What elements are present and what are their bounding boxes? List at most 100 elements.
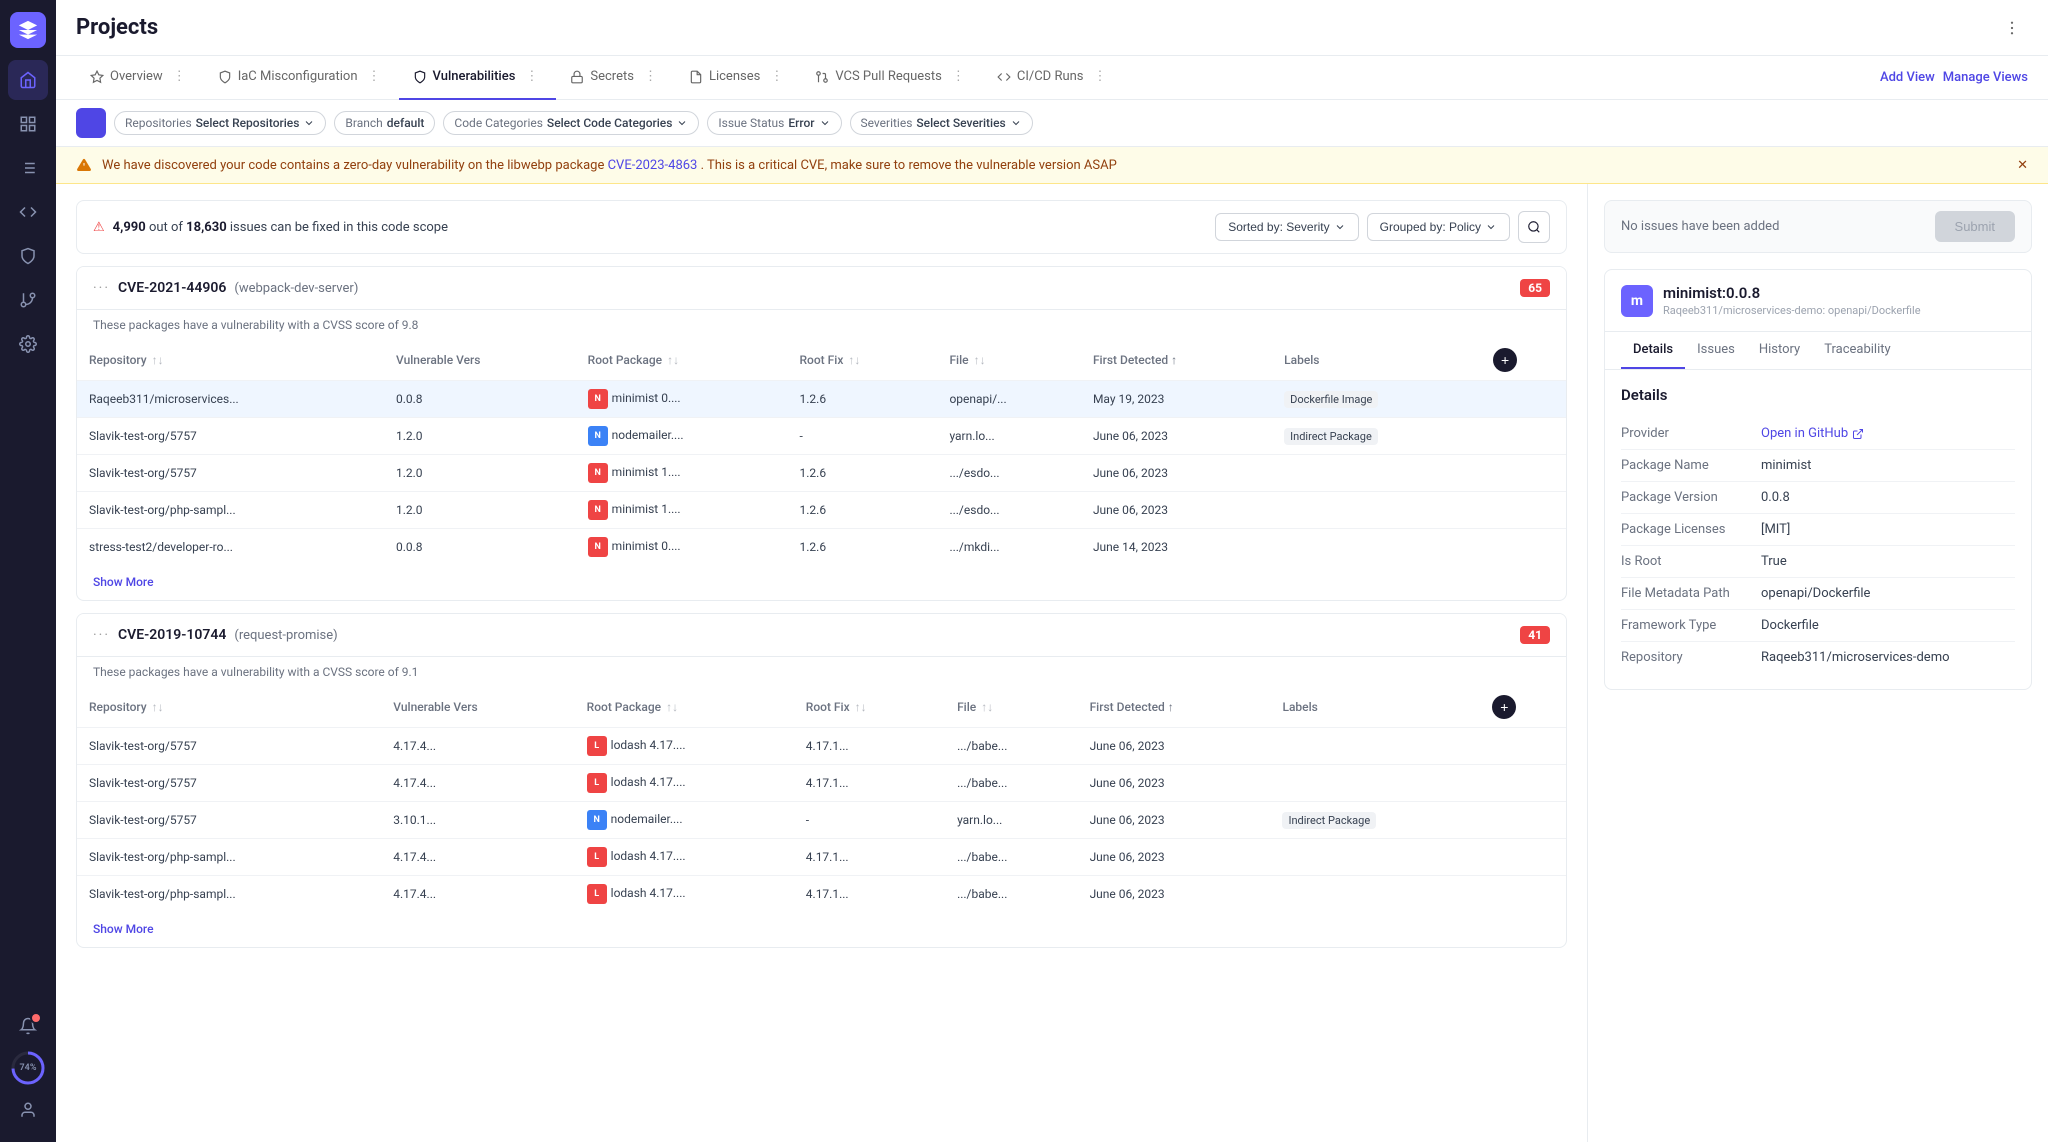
- col-repo-1[interactable]: Repository ↑↓: [77, 340, 384, 381]
- tab-cicd-dots[interactable]: ⋮: [1090, 69, 1111, 84]
- detail-label-pkgver: Package Version: [1621, 490, 1761, 505]
- sidebar-item-branch[interactable]: [8, 280, 48, 320]
- col-repo-2[interactable]: Repository ↑↓: [77, 687, 381, 728]
- manage-views-button[interactable]: Manage Views: [1943, 70, 2028, 85]
- col-labels-1[interactable]: Labels: [1272, 340, 1481, 381]
- submit-button[interactable]: Submit: [1935, 211, 2015, 242]
- col-detected-2[interactable]: First Detected ↑: [1078, 687, 1271, 728]
- open-in-github-link[interactable]: Open in GitHub: [1761, 426, 2015, 441]
- sidebar-item-list[interactable]: [8, 148, 48, 188]
- alert-close-button[interactable]: ✕: [2017, 158, 2028, 173]
- sidebar-item-dashboard[interactable]: [8, 104, 48, 144]
- add-column-button-2[interactable]: +: [1492, 695, 1516, 719]
- tab-overview[interactable]: Overview ⋮: [76, 56, 204, 100]
- branch-filter[interactable]: Branch default: [334, 111, 435, 135]
- tab-overview-dots[interactable]: ⋮: [169, 69, 190, 84]
- repositories-filter[interactable]: Repositories Select Repositories: [114, 111, 326, 135]
- col-add-2: +: [1480, 687, 1566, 728]
- tab-secrets[interactable]: Secrets ⋮: [556, 56, 675, 100]
- sidebar-item-bell[interactable]: [8, 1006, 48, 1046]
- cell-repo: Raqeeb311/microservices...: [77, 381, 384, 418]
- group-button[interactable]: Grouped by: Policy: [1367, 213, 1510, 241]
- cell-fix: 4.17.1...: [794, 839, 945, 876]
- package-tab-history[interactable]: History: [1747, 332, 1812, 369]
- cell-extra: [1480, 802, 1566, 839]
- sidebar-item-home[interactable]: [8, 60, 48, 100]
- tab-vcs-dots[interactable]: ⋮: [948, 69, 969, 84]
- severities-filter[interactable]: Severities Select Severities: [850, 111, 1033, 135]
- cell-file: yarn.lo...: [937, 418, 1081, 455]
- col-fix-2[interactable]: Root Fix ↑↓: [794, 687, 945, 728]
- table-row[interactable]: Slavik-test-org/5757 4.17.4... Llodash 4…: [77, 728, 1566, 765]
- table-row[interactable]: Slavik-test-org/5757 1.2.0 Nnodemailer..…: [77, 418, 1566, 455]
- cell-label: Dockerfile Image: [1272, 381, 1481, 418]
- tab-iac[interactable]: IaC Misconfiguration ⋮: [204, 56, 399, 100]
- show-more-link-2[interactable]: Show More: [93, 922, 154, 936]
- cell-fix: 4.17.1...: [794, 728, 945, 765]
- sidebar-item-settings[interactable]: [8, 324, 48, 364]
- detail-row-framework: Framework Type Dockerfile: [1621, 610, 2015, 642]
- cell-label: Indirect Package: [1272, 418, 1481, 455]
- sidebar-item-code[interactable]: [8, 192, 48, 232]
- col-pkg-1[interactable]: Root Package ↑↓: [576, 340, 788, 381]
- sidebar-item-user[interactable]: [8, 1090, 48, 1130]
- package-icon: m: [1621, 285, 1653, 317]
- add-column-button-1[interactable]: +: [1493, 348, 1517, 372]
- cell-file: .../babe...: [945, 876, 1078, 913]
- col-file-1[interactable]: File ↑↓: [937, 340, 1081, 381]
- col-pkg-2[interactable]: Root Package ↑↓: [575, 687, 794, 728]
- detail-row-pkglic: Package Licenses [MIT]: [1621, 514, 2015, 546]
- package-tab-issues[interactable]: Issues: [1685, 332, 1747, 369]
- issue-group-dots-2[interactable]: ···: [93, 627, 110, 643]
- search-button[interactable]: [1518, 211, 1550, 243]
- col-fix-1[interactable]: Root Fix ↑↓: [788, 340, 938, 381]
- more-options-button[interactable]: [1996, 12, 2028, 44]
- table-row[interactable]: stress-test2/developer-ro... 0.0.8 Nmini…: [77, 529, 1566, 566]
- package-tabs: Details Issues History Traceability: [1605, 332, 2031, 370]
- sidebar-progress[interactable]: 74%: [10, 1050, 46, 1086]
- col-vuln-2[interactable]: Vulnerable Vers: [381, 687, 574, 728]
- cell-fix: 4.17.1...: [794, 765, 945, 802]
- col-labels-2[interactable]: Labels: [1270, 687, 1480, 728]
- table-row[interactable]: Slavik-test-org/5757 4.17.4... Llodash 4…: [77, 765, 1566, 802]
- table-row[interactable]: Slavik-test-org/php-sampl... 4.17.4... L…: [77, 876, 1566, 913]
- col-detected-1[interactable]: First Detected ↑: [1081, 340, 1272, 381]
- detail-row-repo: Repository Raqeeb311/microservices-demo: [1621, 642, 2015, 673]
- label-badge: Dockerfile Image: [1284, 391, 1378, 408]
- col-vuln-1[interactable]: Vulnerable Vers: [384, 340, 576, 381]
- table-row[interactable]: Slavik-test-org/php-sampl... 1.2.0 Nmini…: [77, 492, 1566, 529]
- sort-button[interactable]: Sorted by: Severity: [1215, 213, 1358, 241]
- cell-pkg: Llodash 4.17....: [575, 728, 794, 765]
- package-tab-details[interactable]: Details: [1621, 332, 1685, 369]
- issue-status-filter[interactable]: Issue Status Error: [707, 111, 841, 135]
- issue-subheader-1: These packages have a vulnerability with…: [77, 310, 1566, 340]
- alert-link[interactable]: CVE-2023-4863: [608, 158, 698, 173]
- add-view-button[interactable]: Add View: [1880, 70, 1935, 85]
- issue-cve-1[interactable]: CVE-2021-44906: [118, 280, 226, 296]
- tab-vulnerabilities[interactable]: Vulnerabilities ⋮: [399, 56, 557, 100]
- table-row[interactable]: Slavik-test-org/5757 1.2.0 Nminimist 1..…: [77, 455, 1566, 492]
- tab-licenses-dots[interactable]: ⋮: [766, 69, 787, 84]
- app-logo[interactable]: [10, 12, 46, 48]
- show-more-link-1[interactable]: Show More: [93, 575, 154, 589]
- tab-licenses[interactable]: Licenses ⋮: [675, 56, 801, 100]
- cell-detected: June 06, 2023: [1078, 802, 1271, 839]
- issue-group-dots-1[interactable]: ···: [93, 280, 110, 296]
- tab-secrets-dots[interactable]: ⋮: [640, 69, 661, 84]
- table-row[interactable]: Slavik-test-org/php-sampl... 4.17.4... L…: [77, 839, 1566, 876]
- table-row[interactable]: Raqeeb311/microservices... 0.0.8 Nminimi…: [77, 381, 1566, 418]
- filter-icon: [76, 108, 106, 138]
- detail-label-filepath: File Metadata Path: [1621, 586, 1761, 601]
- package-tab-traceability[interactable]: Traceability: [1812, 332, 1902, 369]
- sidebar: 74%: [0, 0, 56, 1142]
- issue-cve-2[interactable]: CVE-2019-10744: [118, 627, 226, 643]
- code-categories-filter[interactable]: Code Categories Select Code Categories: [443, 111, 699, 135]
- tab-iac-dots[interactable]: ⋮: [364, 69, 385, 84]
- table-row[interactable]: Slavik-test-org/5757 3.10.1... Nnodemail…: [77, 802, 1566, 839]
- tab-vcs[interactable]: VCS Pull Requests ⋮: [801, 56, 983, 100]
- sidebar-item-shield[interactable]: [8, 236, 48, 276]
- tab-cicd[interactable]: CI/CD Runs ⋮: [983, 56, 1125, 100]
- cell-detected: June 06, 2023: [1078, 876, 1271, 913]
- tab-vuln-dots[interactable]: ⋮: [521, 69, 542, 84]
- col-file-2[interactable]: File ↑↓: [945, 687, 1078, 728]
